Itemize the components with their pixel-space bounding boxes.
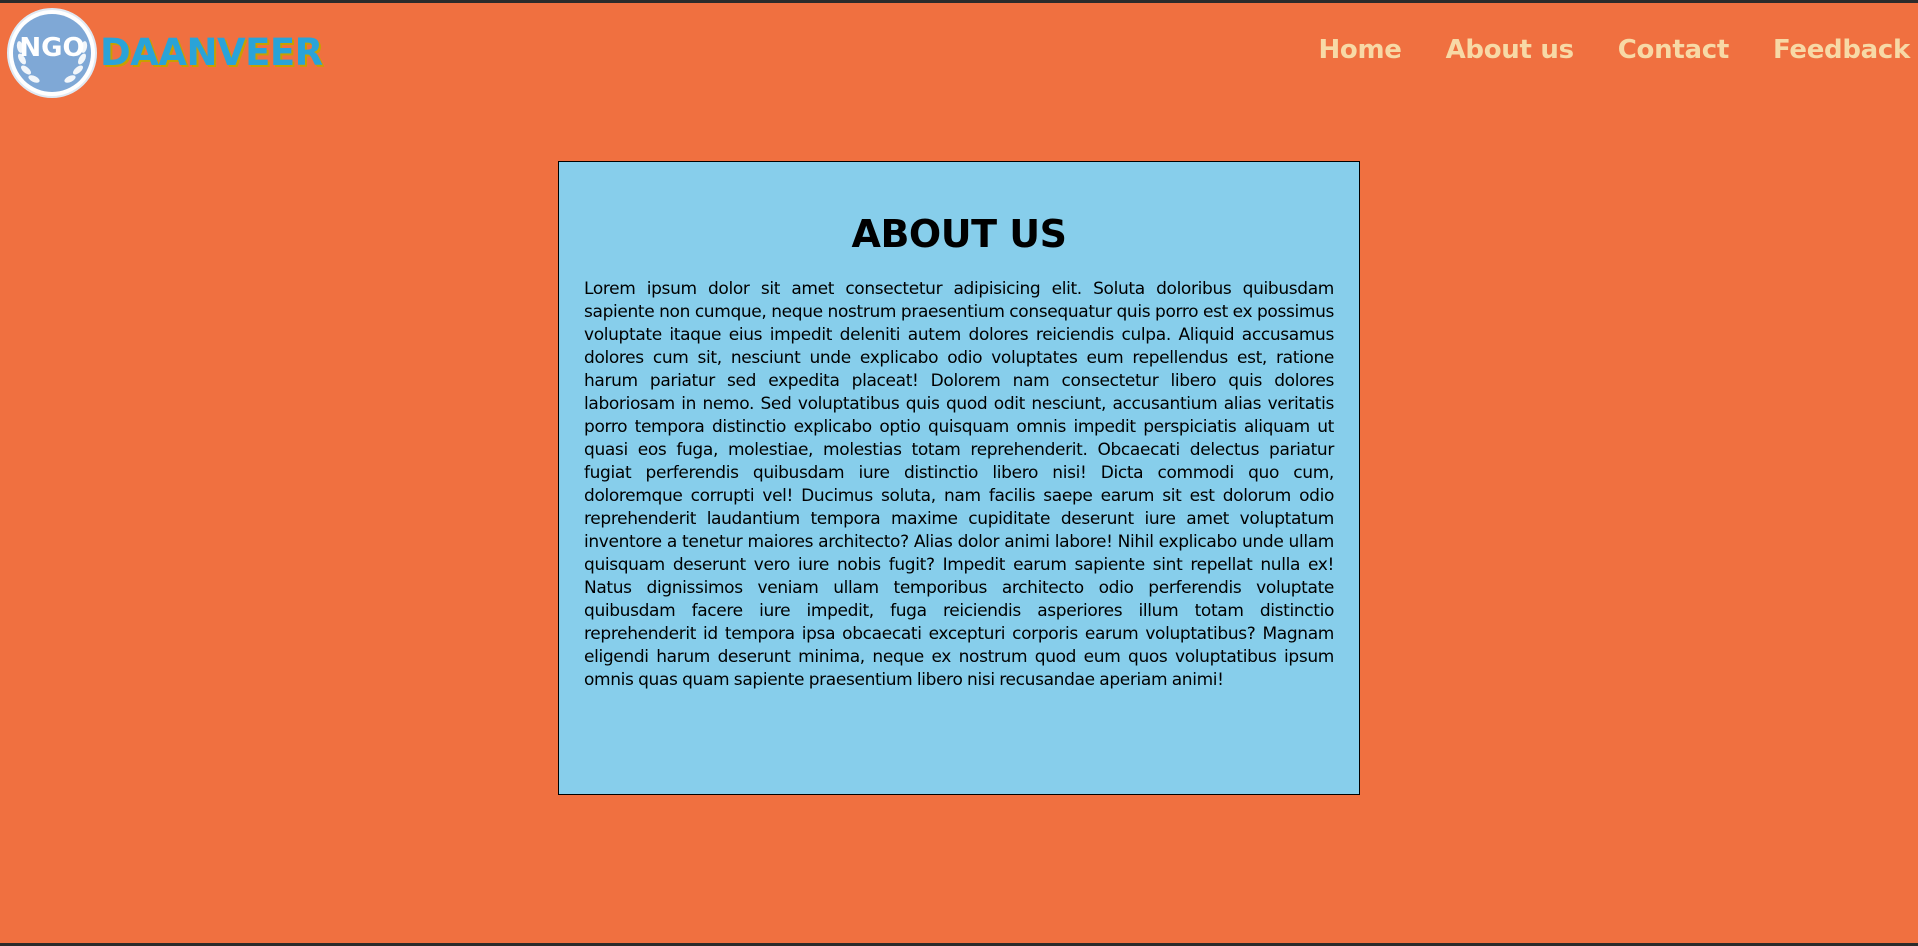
nav-about-link[interactable]: About us [1446,35,1574,65]
about-card: ABOUT US Lorem ipsum dolor sit amet cons… [558,161,1360,795]
brand-name: DAANVEER [100,30,323,74]
site-logo-link[interactable]: NGO DAANVEER [6,7,323,99]
site-header: NGO DAANVEER Home About us Contact Feedb… [0,3,1918,103]
nav-contact-link[interactable]: Contact [1618,35,1729,65]
about-body-text: Lorem ipsum dolor sit amet consectetur a… [584,279,1334,690]
ngo-emblem-icon: NGO [7,8,97,98]
about-title: ABOUT US [851,212,1067,256]
main-nav: Home About us Contact Feedback [1318,35,1910,65]
logo-text: NGO [19,33,84,63]
nav-home-link[interactable]: Home [1318,35,1401,65]
nav-feedback-link[interactable]: Feedback [1773,35,1910,65]
